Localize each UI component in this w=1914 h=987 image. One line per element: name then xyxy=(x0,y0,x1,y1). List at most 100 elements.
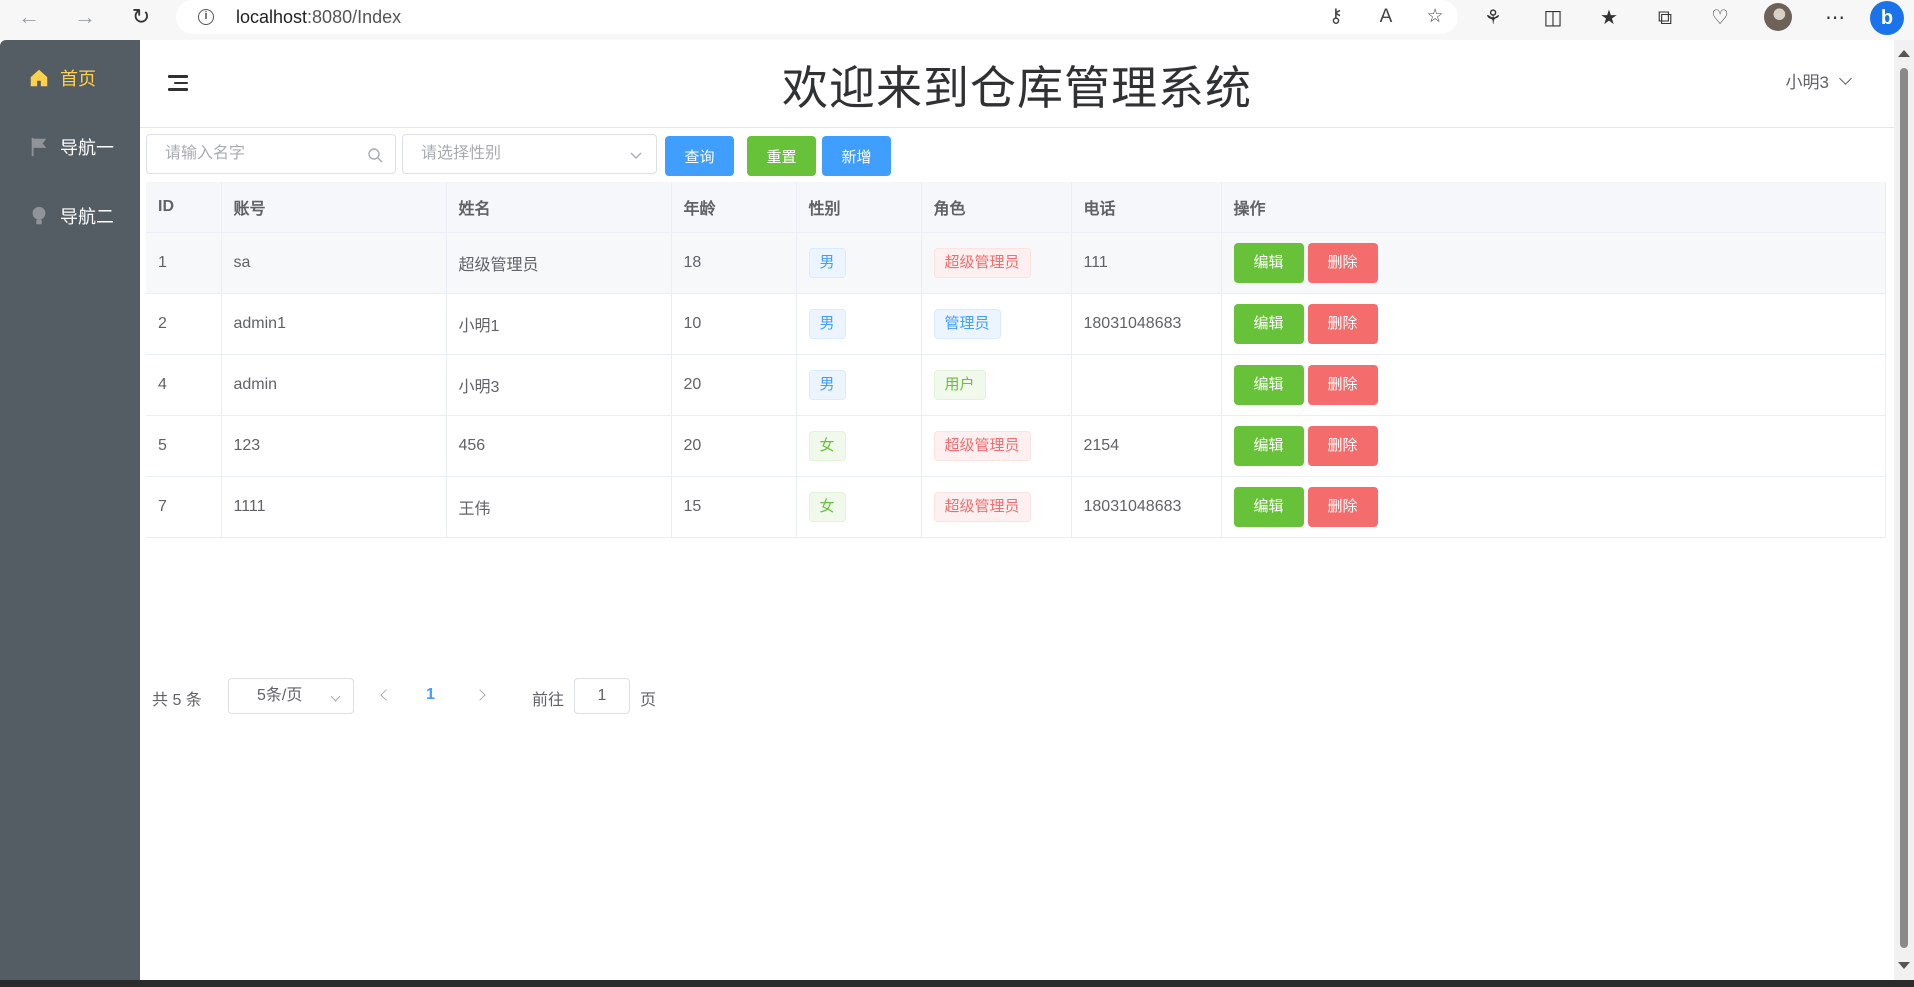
reset-button[interactable]: 重置 xyxy=(747,136,816,176)
sidebar-item-nav2[interactable]: 导航二 xyxy=(0,188,140,244)
sex-tag: 男 xyxy=(808,247,846,278)
phone-cell: 2154 xyxy=(1071,415,1222,477)
app-page: 首页 导航一 导航二 欢迎来到仓库管理系统 小明3 请输入名字 请选择性别 查询… xyxy=(0,40,1894,980)
account-cell: admin xyxy=(221,354,447,416)
url-text[interactable]: localhost:8080/Index xyxy=(236,7,401,28)
table-row[interactable]: 5 123 456 20 女超级管理员 2154 编辑 删除 xyxy=(146,415,1886,477)
edit-button[interactable]: 编辑 xyxy=(1233,242,1304,283)
chevron-right-icon xyxy=(474,689,486,701)
pagination: 共 5 条 5条/页 1 前往 1 页 xyxy=(152,678,952,714)
chevron-down-icon xyxy=(1839,71,1852,85)
actions-cell: 编辑 删除 xyxy=(1221,293,1886,355)
address-bar[interactable]: i localhost:8080/Index ⚷ A ☆ xyxy=(176,0,1458,34)
chevron-left-icon xyxy=(380,689,392,701)
sidebar-item-nav1[interactable]: 导航一 xyxy=(0,119,140,175)
query-button[interactable]: 查询 xyxy=(665,136,734,176)
search-toolbar: 请输入名字 请选择性别 查询 重置 新增 xyxy=(146,134,946,176)
name-search-input[interactable]: 请输入名字 xyxy=(146,134,396,174)
table-header-row: ID 账号 姓名 年龄 性别 角色 电话 操作 xyxy=(146,182,1886,233)
bing-icon[interactable]: b xyxy=(1870,1,1904,35)
age-cell: 10 xyxy=(671,293,797,355)
column-header[interactable]: 账号 xyxy=(221,182,447,233)
read-aloud-icon[interactable]: A xyxy=(1374,5,1398,29)
delete-button[interactable]: 删除 xyxy=(1307,364,1378,405)
scroll-down-arrow-icon[interactable] xyxy=(1898,962,1910,969)
collections-icon[interactable]: ⧉ xyxy=(1652,5,1678,31)
sex-cell: 男 xyxy=(796,354,922,416)
sidebar: 首页 导航一 导航二 xyxy=(0,40,140,980)
info-icon[interactable]: i xyxy=(198,9,214,25)
table-row[interactable]: 1 sa 超级管理员 18 男超级管理员 111 编辑 删除 xyxy=(146,232,1886,294)
sidebar-item-label: 导航二 xyxy=(60,207,114,227)
column-header[interactable]: 操作 xyxy=(1221,182,1886,233)
favorite-star-icon[interactable]: ☆ xyxy=(1423,5,1447,29)
page-size-select[interactable]: 5条/页 xyxy=(228,678,354,714)
actions-cell: 编辑 删除 xyxy=(1221,476,1886,538)
column-header[interactable]: 年龄 xyxy=(671,182,797,233)
sidebar-item-label: 导航一 xyxy=(60,138,114,158)
scroll-up-arrow-icon[interactable] xyxy=(1898,50,1910,57)
split-screen-icon[interactable]: ◫ xyxy=(1540,5,1566,31)
role-tag: 超级管理员 xyxy=(933,491,1031,522)
name-cell: 小明1 xyxy=(446,293,672,355)
goto-label: 前往 xyxy=(532,692,565,709)
sex-select[interactable]: 请选择性别 xyxy=(402,134,657,174)
favorites-icon[interactable]: ★ xyxy=(1596,5,1622,31)
delete-button[interactable]: 删除 xyxy=(1307,242,1378,283)
column-header[interactable]: ID xyxy=(146,182,222,233)
key-icon[interactable]: ⚷ xyxy=(1324,5,1348,29)
profile-avatar[interactable] xyxy=(1764,3,1792,31)
sex-cell: 男 xyxy=(796,293,922,355)
health-icon[interactable]: ♡ xyxy=(1707,5,1733,31)
sidebar-item-label: 首页 xyxy=(60,69,96,89)
add-button[interactable]: 新增 xyxy=(822,136,891,176)
current-page[interactable]: 1 xyxy=(426,686,435,704)
browser-toolbar: ← → ↻ i localhost:8080/Index ⚷ A ☆ ⚘ ◫ ★… xyxy=(0,0,1914,35)
delete-button[interactable]: 删除 xyxy=(1307,486,1378,527)
account-cell: sa xyxy=(221,232,447,294)
table-row[interactable]: 7 1111 王伟 15 女超级管理员 18031048683 编辑 删除 xyxy=(146,476,1886,538)
edit-button[interactable]: 编辑 xyxy=(1233,486,1304,527)
table-row[interactable]: 4 admin 小明3 20 男 用户 编辑 删除 xyxy=(146,354,1886,416)
role-tag: 超级管理员 xyxy=(933,247,1031,278)
id-cell: 4 xyxy=(146,354,222,416)
next-page-button[interactable] xyxy=(474,686,494,706)
sex-tag: 女 xyxy=(808,491,846,522)
page-scrollbar[interactable] xyxy=(1894,40,1914,980)
edit-button[interactable]: 编辑 xyxy=(1233,303,1304,344)
edit-button[interactable]: 编辑 xyxy=(1233,364,1304,405)
account-cell: 123 xyxy=(221,415,447,477)
delete-button[interactable]: 删除 xyxy=(1307,303,1378,344)
user-name: 小明3 xyxy=(1785,73,1829,92)
column-header[interactable]: 姓名 xyxy=(446,182,672,233)
edit-button[interactable]: 编辑 xyxy=(1233,425,1304,466)
name-cell: 小明3 xyxy=(446,354,672,416)
extensions-icon[interactable]: ⚘ xyxy=(1480,5,1506,31)
role-cell: 超级管理员 xyxy=(921,476,1072,538)
column-header[interactable]: 角色 xyxy=(921,182,1072,233)
user-dropdown[interactable]: 小明3 xyxy=(1785,68,1852,93)
page-size-value: 5条/页 xyxy=(257,687,303,704)
phone-cell xyxy=(1071,354,1222,416)
id-cell: 5 xyxy=(146,415,222,477)
table-row[interactable]: 2 admin1 小明1 10 男管理员 18031048683 编辑 删除 xyxy=(146,293,1886,355)
column-header[interactable]: 电话 xyxy=(1071,182,1222,233)
more-icon[interactable]: ⋯ xyxy=(1822,5,1848,31)
id-cell: 2 xyxy=(146,293,222,355)
goto-page-input[interactable]: 1 xyxy=(574,678,630,714)
back-arrow-icon[interactable]: ← xyxy=(14,2,44,32)
reload-icon[interactable]: ↻ xyxy=(126,2,156,32)
account-cell: 1111 xyxy=(221,476,447,538)
sidebar-item-home[interactable]: 首页 xyxy=(0,50,140,106)
forward-arrow-icon[interactable]: → xyxy=(70,2,100,32)
actions-cell: 编辑 删除 xyxy=(1221,232,1886,294)
scroll-thumb[interactable] xyxy=(1900,68,1908,948)
prev-page-button[interactable] xyxy=(380,686,400,706)
sex-cell: 女 xyxy=(796,476,922,538)
delete-button[interactable]: 删除 xyxy=(1307,425,1378,466)
sex-placeholder: 请选择性别 xyxy=(421,145,502,162)
pager-total: 共 5 条 xyxy=(152,692,202,709)
column-header[interactable]: 性别 xyxy=(796,182,922,233)
name-cell: 456 xyxy=(446,415,672,477)
taskbar-edge xyxy=(0,980,1914,987)
